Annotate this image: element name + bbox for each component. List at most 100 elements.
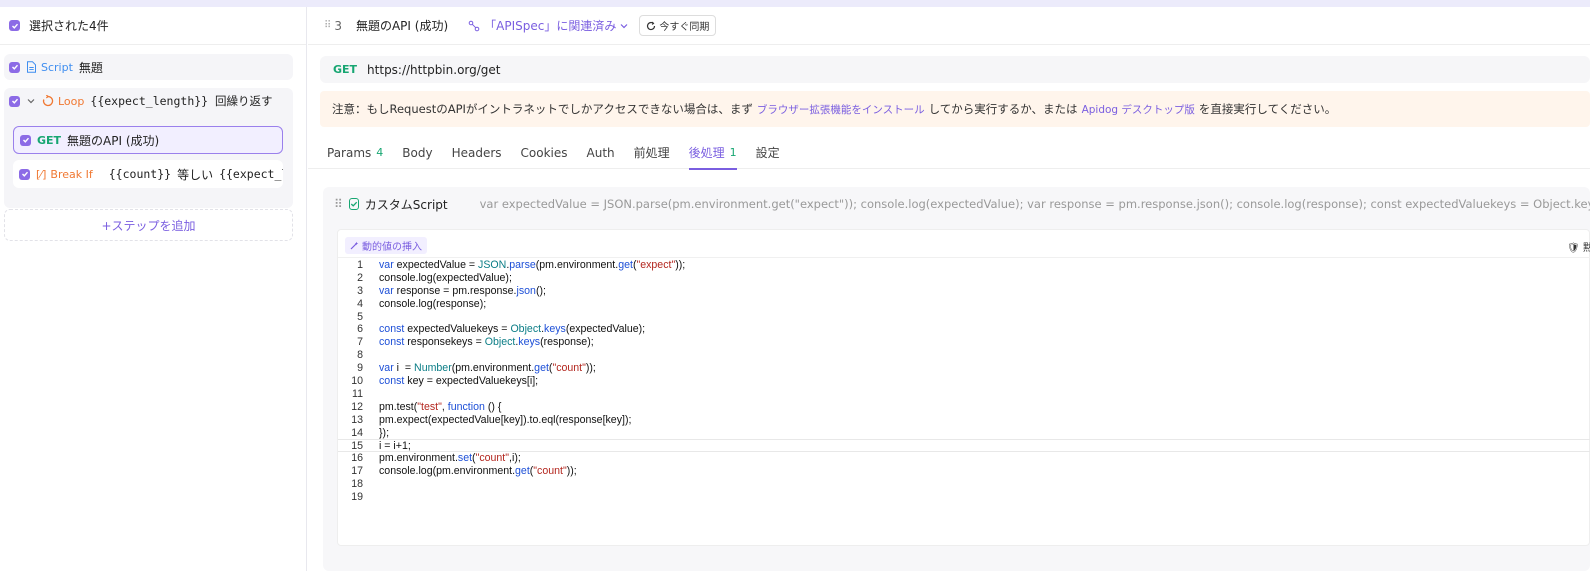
tab-post-processing[interactable]: 後処理 1: [688, 137, 737, 170]
code-line[interactable]: 15 i = i+1;: [338, 439, 1590, 452]
script-header[interactable]: ⠿ カスタムScript var expectedValue = JSON.pa…: [323, 187, 1590, 221]
step-tag: Loop: [58, 94, 85, 108]
tab-auth[interactable]: Auth: [587, 137, 615, 169]
step-checkbox[interactable]: [9, 95, 20, 107]
code-text: pm.environment.set("count",i);: [379, 452, 521, 465]
code-line[interactable]: 7 const responsekeys = Object.keys(respon…: [338, 336, 1590, 349]
line-number: 10: [351, 375, 363, 388]
code-lines: 1 var expectedValue = JSON.parse(pm.envir…: [338, 259, 1590, 504]
chevron-down-icon: [620, 23, 628, 28]
line-number: 1: [357, 259, 363, 271]
line-number: 14: [351, 426, 363, 439]
tab-label: Headers: [451, 145, 502, 160]
check-icon: [21, 171, 28, 177]
code-line[interactable]: 11: [338, 388, 1590, 401]
step-checkbox[interactable]: [19, 168, 30, 180]
tab-label: 前処理: [633, 146, 670, 160]
code-line[interactable]: 5: [338, 311, 1590, 324]
script-preview: var expectedValue = JSON.parse(pm.enviro…: [479, 197, 1590, 211]
sync-icon: [647, 21, 656, 30]
notice-banner: 注意：もしRequestのAPIがイントラネットでしかアクセスできない場合は、ま…: [320, 91, 1590, 127]
tab-pre-processing[interactable]: 前処理: [634, 137, 670, 169]
method-badge: GET: [37, 133, 62, 147]
code-editor[interactable]: 動的値の挿入 🛡 黙 1 var expectedValue = JSON.par…: [337, 229, 1590, 546]
line-number: 17: [351, 465, 363, 478]
check-icon: [11, 98, 18, 104]
tab-label: Body: [402, 145, 433, 160]
code-line[interactable]: 4 console.log(response);: [338, 298, 1590, 311]
step-checkbox[interactable]: [20, 134, 31, 146]
code-line[interactable]: 3 var response = pm.response.json();: [338, 285, 1590, 298]
drag-handle-icon[interactable]: ⠿: [334, 197, 343, 211]
sidebar: 選択された4件 Script 無題 Loop {{expect_length}}…: [0, 7, 307, 571]
notice-text: してから実行するか、または: [928, 102, 1078, 116]
condition-operator: 等しい: [177, 167, 214, 182]
insert-dynamic-value-button[interactable]: 動的値の挿入: [345, 237, 427, 254]
select-all-checkbox[interactable]: [9, 20, 20, 31]
line-number: 16: [351, 452, 363, 465]
enabled-check-icon[interactable]: [348, 198, 359, 210]
code-line[interactable]: 18: [338, 478, 1590, 491]
tab-label: Auth: [586, 145, 615, 160]
code-line[interactable]: 17 console.log(pm.environment.get("count"…: [338, 465, 1590, 478]
code-line[interactable]: 8: [338, 349, 1590, 362]
wand-icon: [350, 241, 359, 250]
step-get-request[interactable]: GET 無題のAPI (成功): [13, 126, 283, 154]
request-header: ⠿ 3 無題のAPI (成功) 「APISpec」に関連済み 今すぐ同期: [308, 7, 1590, 45]
file-icon: [27, 61, 36, 73]
selection-title: 選択された4件: [29, 19, 109, 33]
code-line[interactable]: 14});: [338, 427, 1590, 440]
code-line[interactable]: 16 pm.environment.set("count",i);: [338, 452, 1590, 465]
editor-right-button[interactable]: 🛡 黙: [1567, 239, 1590, 254]
line-number: 7: [357, 336, 363, 349]
check-icon: [11, 64, 18, 70]
notice-text: 注意：もしRequestのAPIがイントラネットでしかアクセスできない場合は、ま…: [332, 102, 753, 116]
desktop-app-link[interactable]: Apidog デスクトップ版: [1082, 102, 1195, 117]
step-script[interactable]: Script 無題: [4, 54, 293, 80]
top-strip: [0, 0, 1590, 7]
tab-label: 設定: [755, 146, 780, 160]
tab-settings[interactable]: 設定: [756, 137, 780, 169]
line-number: 3: [357, 284, 363, 297]
code-text: console.log(response);: [379, 297, 487, 310]
tab-label: Params: [327, 145, 372, 160]
code-text: pm.test("test", function () {: [379, 400, 502, 413]
tab-headers[interactable]: Headers: [452, 137, 502, 169]
link-icon: [468, 20, 480, 31]
step-name: {{expect_length}} 回繰り返す: [90, 94, 273, 108]
line-number: 8: [357, 349, 363, 362]
check-icon: [11, 23, 18, 29]
url-bar[interactable]: GET https://httpbin.org/get: [320, 56, 1590, 83]
code-text: var response = pm.response.json();: [379, 284, 546, 297]
code-line[interactable]: 6 const expectedValuekeys = Object.keys(e…: [338, 323, 1590, 336]
line-number: 6: [357, 323, 363, 336]
code-line[interactable]: 19: [338, 491, 1590, 504]
tab-params[interactable]: Params 4: [327, 137, 383, 169]
script-name: カスタムScript: [364, 197, 448, 212]
code-line[interactable]: 12 pm.test("test", function () {: [338, 401, 1590, 414]
install-extension-link[interactable]: ブラウザー拡張機能をインストール: [757, 102, 925, 117]
code-line[interactable]: 13 pm.expect(expectedValue[key]).to.eql(r…: [338, 414, 1590, 427]
step-break-if[interactable]: [⁄] Break If {{count}} 等しい {{expect_le: [13, 160, 283, 188]
break-icon: [⁄]: [36, 167, 47, 181]
code-line[interactable]: 10 const key = expectedValuekeys[i];: [338, 375, 1590, 388]
step-name: 無題のAPI (成功): [67, 133, 160, 148]
tab-body[interactable]: Body: [402, 137, 432, 169]
code-line[interactable]: 1 var expectedValue = JSON.parse(pm.envir…: [338, 259, 1590, 272]
step-checkbox[interactable]: [9, 61, 20, 73]
step-loop[interactable]: Loop {{expect_length}} 回繰り返す: [4, 88, 293, 114]
insert-dynamic-value-label: 動的値の挿入: [362, 242, 422, 253]
add-step-button[interactable]: +ステップを追加: [4, 209, 293, 241]
code-line[interactable]: 2 console.log(expectedValue);: [338, 272, 1590, 285]
sync-now-button[interactable]: 今すぐ同期: [639, 15, 717, 36]
code-text: const expectedValuekeys = Object.keys(ex…: [379, 323, 646, 336]
tab-cookies[interactable]: Cookies: [521, 137, 568, 169]
line-number: 2: [357, 271, 363, 284]
main-panel: ⠿ 3 無題のAPI (成功) 「APISpec」に関連済み 今すぐ同期 GET…: [308, 7, 1590, 571]
method-badge: GET: [333, 63, 358, 76]
chevron-down-icon[interactable]: [26, 96, 36, 106]
sync-now-label: 今すぐ同期: [659, 22, 710, 33]
linked-spec-dropdown[interactable]: 「APISpec」に関連済み: [468, 17, 629, 34]
loop-icon: [42, 95, 54, 107]
code-line[interactable]: 9 var i = Number(pm.environment.get("coun…: [338, 362, 1590, 375]
